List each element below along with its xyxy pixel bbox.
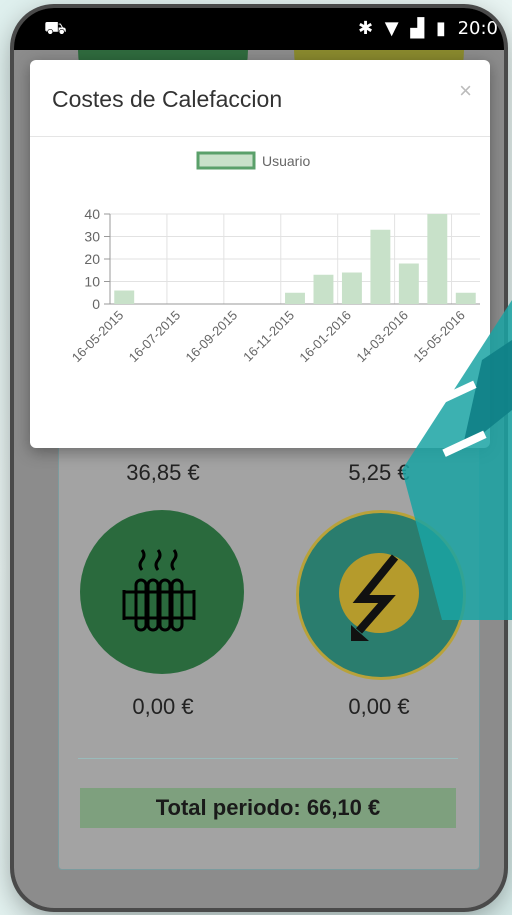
x-tick-label: 16-01-2016 <box>296 308 354 366</box>
battery-icon: ▮ <box>435 18 446 39</box>
bar <box>398 263 419 304</box>
x-tick-label: 16-07-2015 <box>126 308 184 366</box>
bar <box>114 290 135 304</box>
status-icons: ✱ ▼ ▟ ▮ 20:0 <box>352 18 498 39</box>
divider <box>78 758 458 759</box>
x-tick-label: 16-11-2015 <box>240 308 297 365</box>
y-tick-label: 20 <box>84 251 100 267</box>
wifi-icon: ▼ <box>384 18 399 39</box>
amount-3: 0,00 € <box>132 694 194 719</box>
y-tick-label: 10 <box>84 274 100 290</box>
bar <box>427 214 448 304</box>
x-tick-label: 16-09-2015 <box>183 308 241 366</box>
bar <box>313 274 334 304</box>
close-button[interactable]: × <box>459 78 472 104</box>
legend-swatch <box>196 151 256 170</box>
total-period: Total periodo: 66,10 € <box>80 788 456 828</box>
y-tick-label: 40 <box>84 206 100 222</box>
status-time: 20:0 <box>457 18 498 39</box>
bar <box>341 272 362 304</box>
car-icon: ⛟ <box>44 18 67 39</box>
bluetooth-icon: ✱ <box>357 18 374 39</box>
signal-icon: ▟ <box>410 18 425 39</box>
modal-header: Costes de Calefaccion × <box>30 60 490 137</box>
amount-4: 0,00 € <box>348 694 410 719</box>
radiator-icon <box>122 549 196 632</box>
x-tick-label: 16-05-2015 <box>69 308 127 366</box>
amount-1: 36,85 € <box>126 460 200 485</box>
bar <box>285 292 305 304</box>
brand-logo-decoration <box>402 300 512 620</box>
bar <box>370 229 391 304</box>
heating-button[interactable] <box>80 510 244 674</box>
modal-title: Costes de Calefaccion <box>52 86 283 112</box>
y-tick-label: 30 <box>84 229 100 245</box>
status-bar: ⛟ ✱ ▼ ▟ ▮ 20:0 <box>14 8 504 50</box>
y-tick-label: 0 <box>92 296 100 312</box>
legend-label: Usuario <box>262 153 310 169</box>
